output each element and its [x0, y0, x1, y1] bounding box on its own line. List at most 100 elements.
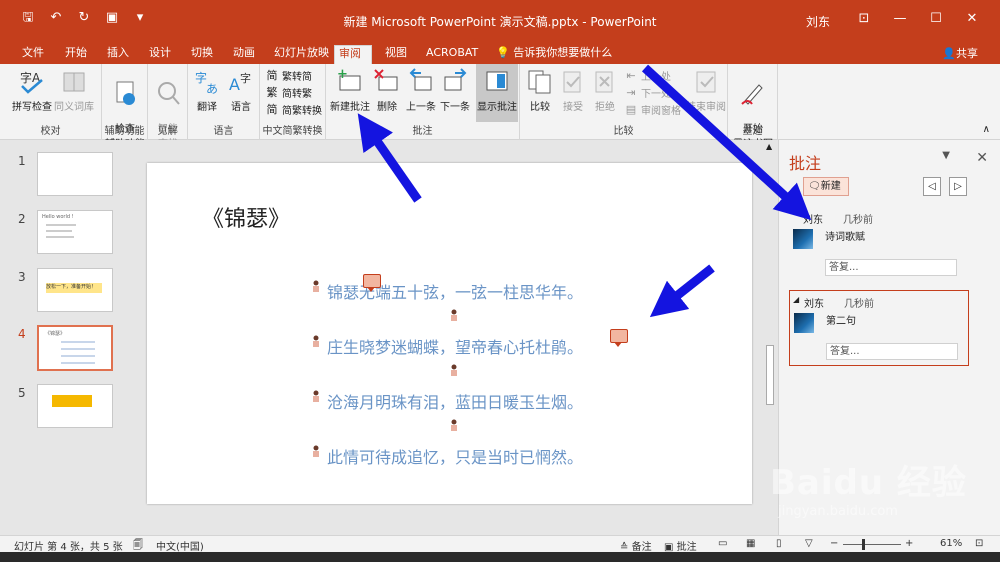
previous-comment-button[interactable]: 上一条	[404, 68, 438, 113]
comment-author-marker[interactable]	[312, 280, 320, 292]
accept-button[interactable]: 接受	[558, 68, 588, 113]
slide-thumbnail[interactable]: 3 放松一下，准备开始！	[0, 268, 128, 318]
comment-author-marker[interactable]	[312, 335, 320, 347]
poem-line[interactable]: 庄生晓梦迷蝴蝶，望帝春心托杜鹃。	[327, 334, 583, 358]
zoom-slider[interactable]	[843, 544, 901, 545]
convert-icon: 简	[266, 102, 278, 116]
start-inking-button[interactable]: 开始 墨迹书写	[730, 68, 776, 150]
comments-status-button[interactable]: ▣ 批注	[664, 538, 697, 553]
slide-number: 4	[18, 327, 26, 341]
thesaurus-button[interactable]: 同义词库	[52, 68, 96, 113]
check-accessibility-button[interactable]: 检查 辅助功能	[104, 68, 146, 150]
group-insights: 智能 查找 见解	[148, 64, 188, 150]
previous-change-button[interactable]: ⇤ 上一处	[624, 68, 671, 84]
comment-card[interactable]: 刘东 几秒前 诗词歌赋 答复...	[789, 207, 969, 277]
show-comments-button[interactable]: 显示批注	[476, 64, 518, 122]
zoom-slider-thumb[interactable]	[862, 539, 865, 550]
collapse-caret-icon[interactable]: ◢	[793, 295, 799, 304]
tab-animations[interactable]: 动画	[229, 45, 259, 64]
notes-button[interactable]: ≙ 备注	[620, 538, 652, 553]
tab-view[interactable]: 视图	[381, 45, 411, 64]
slide-thumbnail-selected[interactable]: 4 《锦瑟》	[0, 325, 128, 375]
next-comment-icon	[441, 68, 469, 96]
comment-author-marker[interactable]	[450, 364, 458, 376]
reviewing-pane-icon: ▤	[625, 102, 637, 116]
normal-view-icon[interactable]: ▭	[718, 538, 727, 549]
minimize-icon[interactable]: —	[882, 8, 918, 30]
previous-comment-pane-button[interactable]: ◁	[923, 177, 941, 196]
comment-author-marker[interactable]	[450, 419, 458, 431]
slide-title[interactable]: 《锦瑟》	[202, 201, 290, 233]
previous-arrow-icon: ◁	[928, 181, 936, 192]
reviewing-pane-button[interactable]: ▤ 审阅窗格	[624, 102, 681, 118]
user-name[interactable]: 刘东	[806, 13, 830, 30]
comment-author-marker[interactable]	[312, 390, 320, 402]
slideshow-view-icon[interactable]: ▽	[805, 538, 813, 549]
poem-line[interactable]: 此情可待成追忆，只是当时已惘然。	[327, 444, 583, 468]
smart-lookup-button[interactable]: 智能 查找	[150, 68, 186, 150]
chinese-convert-button[interactable]: 简简繁转换	[265, 102, 323, 118]
next-comment-button[interactable]: 下一条	[438, 68, 472, 113]
close-icon[interactable]: ✕	[954, 8, 990, 30]
tab-file[interactable]: 文件	[18, 45, 48, 64]
tab-slideshow[interactable]: 幻灯片放映	[270, 45, 333, 64]
simplified-to-traditional-button[interactable]: 繁简转繁	[265, 85, 313, 101]
comment-author: 刘东	[804, 299, 824, 310]
pane-options-icon[interactable]: ▼	[942, 150, 950, 161]
comment-card-selected[interactable]: ◢ 刘东 几秒前 第二句 答复...	[789, 290, 969, 366]
tab-transitions[interactable]: 切换	[187, 45, 217, 64]
delete-comment-button[interactable]: 删除	[372, 68, 402, 113]
maximize-icon[interactable]: ☐	[918, 8, 954, 30]
zoom-level[interactable]: 61%	[940, 538, 962, 549]
language-button[interactable]: A字 语言	[224, 68, 258, 113]
language-status[interactable]: 中文(中国)	[156, 538, 204, 553]
tab-insert[interactable]: 插入	[103, 45, 133, 64]
zoom-out-icon[interactable]: −	[830, 538, 838, 549]
comment-text[interactable]: 诗词歌赋	[825, 228, 865, 243]
tab-acrobat[interactable]: ACROBAT	[422, 45, 482, 64]
thumbnail-line	[46, 236, 74, 238]
tab-review[interactable]: 审阅	[334, 45, 372, 64]
slide-sorter-icon[interactable]: ▦	[746, 538, 755, 549]
reject-button[interactable]: 拒绝	[590, 68, 620, 113]
traditional-to-simplified-button[interactable]: 简繁转简	[265, 68, 313, 84]
reply-input[interactable]: 答复...	[825, 259, 957, 276]
new-comment-pane-button[interactable]: 🗨新建	[803, 177, 849, 196]
ribbon-display-icon[interactable]: ⊡	[846, 8, 882, 30]
new-comment-button[interactable]: + 新建批注	[328, 67, 372, 113]
share-button[interactable]: 👤共享	[942, 45, 978, 61]
s2t-icon: 繁	[266, 85, 278, 99]
translate-button[interactable]: 字あ 翻译	[190, 68, 224, 113]
comment-author-marker[interactable]	[450, 309, 458, 321]
comment-text[interactable]: 第二句	[826, 312, 856, 327]
close-pane-icon[interactable]: ✕	[976, 150, 988, 166]
group-chinese-conversion: 简繁转简 繁简转繁 简简繁转换 中文简繁转换	[260, 64, 326, 140]
comment-marker-icon[interactable]	[363, 274, 381, 292]
end-review-button[interactable]: 结束审阅	[686, 68, 726, 113]
collapse-ribbon-icon[interactable]: ∧	[983, 124, 990, 135]
comment-author-marker[interactable]	[312, 445, 320, 457]
compare-button[interactable]: 比较	[524, 68, 556, 113]
poem-line[interactable]: 沧海月明珠有泪，蓝田日暖玉生烟。	[327, 389, 583, 413]
reading-view-icon[interactable]: ▯	[776, 538, 782, 549]
comment-time: 几秒前	[844, 299, 874, 310]
tab-home[interactable]: 开始	[61, 45, 91, 64]
next-change-button[interactable]: ⇥ 下一处	[624, 85, 671, 101]
spell-check-button[interactable]: 字A 拼写检查	[10, 68, 54, 113]
current-slide[interactable]: 《锦瑟》 锦瑟无端五十弦，一弦一柱思华年。 庄生晓梦迷蝴蝶，望帝春心托杜鹃。 沧…	[147, 163, 752, 504]
next-comment-pane-button[interactable]: ▷	[949, 177, 967, 196]
t2s-icon: 简	[266, 68, 278, 82]
tab-design[interactable]: 设计	[145, 45, 175, 64]
thumbnail-line	[61, 348, 95, 350]
scrollbar-thumb[interactable]	[766, 345, 774, 405]
tell-me-search[interactable]: 💡 告诉我你想要做什么	[492, 45, 616, 64]
scroll-up-icon[interactable]: ▲	[766, 142, 772, 151]
slide-thumbnail[interactable]: 2 Hello world !	[0, 210, 128, 260]
slide-thumbnail[interactable]: 5	[0, 384, 128, 434]
slide-thumbnail[interactable]: 1	[0, 152, 128, 202]
accept-icon	[559, 68, 587, 96]
fit-to-window-icon[interactable]: ⊡	[975, 538, 983, 549]
comment-marker-icon[interactable]	[610, 329, 628, 347]
reply-input[interactable]: 答复...	[826, 343, 958, 360]
zoom-in-icon[interactable]: +	[905, 538, 913, 549]
